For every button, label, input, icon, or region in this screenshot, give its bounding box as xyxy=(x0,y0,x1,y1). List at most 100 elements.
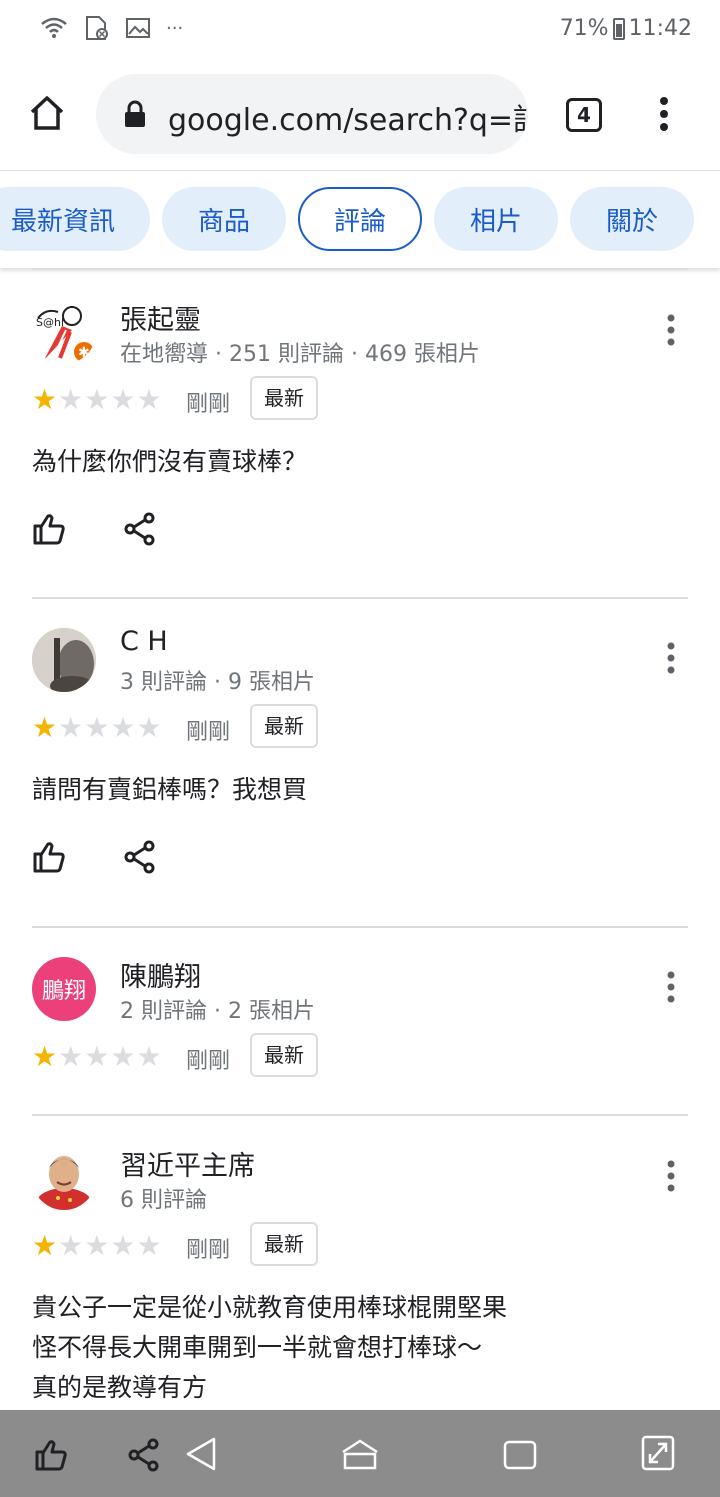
svg-text:✱: ✱ xyxy=(78,345,90,361)
divider xyxy=(32,268,688,270)
avatar[interactable]: 鵬翔 xyxy=(32,957,96,1021)
status-bar: ··· 71% 11:42 xyxy=(0,0,720,62)
star-icon: ★ xyxy=(136,1229,162,1262)
review-time: 剛剛 xyxy=(186,1049,231,1074)
star-icon: ★ xyxy=(32,1040,58,1073)
review-time: 剛剛 xyxy=(186,392,231,417)
reviewer-name[interactable]: 陳鵬翔 xyxy=(120,955,201,994)
divider xyxy=(32,926,688,928)
avatar-photo-icon xyxy=(32,628,96,692)
star-icon: ★ xyxy=(110,383,136,416)
share-icon[interactable] xyxy=(124,840,156,874)
url-bar[interactable]: google.com/search?q=記 xyxy=(96,74,528,154)
reviewer-meta: 3 則評論 · 9 張相片 xyxy=(120,670,315,695)
tab-reviews[interactable]: 評論 xyxy=(298,187,422,251)
star-rating: ★ ★ ★ ★ ★ xyxy=(32,1232,162,1260)
avatar[interactable] xyxy=(32,628,96,692)
star-icon: ★ xyxy=(84,1229,110,1262)
reviewer-meta: 6 則評論 xyxy=(120,1188,207,1213)
review-text: 請問有賣鋁棒嗎？我想買 xyxy=(32,770,307,810)
review-text-line: 請問有賣鋁棒嗎？我想買 xyxy=(32,775,308,804)
more-options-icon[interactable] xyxy=(666,314,676,346)
avatar-photo-icon xyxy=(36,1156,92,1210)
star-icon: ★ xyxy=(32,711,58,744)
star-icon: ★ xyxy=(110,1229,136,1262)
home-icon[interactable] xyxy=(28,94,66,132)
tab-photos[interactable]: 相片 xyxy=(434,187,558,251)
battery-icon xyxy=(612,17,625,40)
star-icon: ★ xyxy=(84,383,110,416)
star-icon: ★ xyxy=(58,383,84,416)
review-actions xyxy=(32,840,156,874)
lock-icon xyxy=(125,100,145,127)
back-icon[interactable] xyxy=(184,1436,218,1472)
review-text-line: 為什麼你們沒有賣球棒？ xyxy=(32,447,308,476)
thumbs-up-icon[interactable] xyxy=(34,1438,68,1472)
review-text-line: 真的是教導有方 xyxy=(32,1373,208,1402)
star-icon: ★ xyxy=(84,711,110,744)
avatar[interactable] xyxy=(32,1146,96,1210)
expand-icon[interactable] xyxy=(640,1434,676,1472)
new-badge: 最新 xyxy=(250,1222,318,1266)
tab-about[interactable]: 關於 xyxy=(570,187,694,251)
review-time: 剛剛 xyxy=(186,1238,231,1263)
more-options-icon[interactable] xyxy=(666,971,676,1003)
share-icon[interactable] xyxy=(124,512,156,546)
star-icon: ★ xyxy=(32,383,58,416)
battery-percent: 71% xyxy=(559,16,609,41)
clock: 11:42 xyxy=(628,16,692,41)
star-icon: ★ xyxy=(58,1040,84,1073)
share-icon[interactable] xyxy=(128,1438,160,1472)
star-icon: ★ xyxy=(58,711,84,744)
new-badge: 最新 xyxy=(250,1033,318,1077)
review-time: 剛剛 xyxy=(186,720,231,745)
review-text-line: 貴公子一定是從小就教育使用棒球棍開堅果 xyxy=(32,1293,508,1322)
divider xyxy=(32,597,688,599)
review-text: 貴公子一定是從小就教育使用棒球棍開堅果 怪不得長大開車開到一半就會想打棒球～ 真… xyxy=(32,1288,507,1408)
recent-apps-icon[interactable] xyxy=(502,1438,538,1472)
more-options-icon[interactable] xyxy=(666,642,676,674)
browser-menu-icon[interactable] xyxy=(658,96,670,132)
star-icon: ★ xyxy=(110,1040,136,1073)
more-notifications-icon: ··· xyxy=(166,17,184,39)
reviewer-name[interactable]: 張起靈 xyxy=(120,298,201,337)
wifi-icon xyxy=(41,17,67,38)
star-rating: ★ ★ ★ ★ ★ xyxy=(32,1043,162,1071)
category-tabs: 最新資訊 商品 評論 相片 關於 xyxy=(0,170,720,268)
avatar-initials: 鵬翔 xyxy=(41,979,86,1004)
star-icon: ★ xyxy=(110,711,136,744)
star-icon: ★ xyxy=(84,1040,110,1073)
image-icon xyxy=(126,18,150,38)
reviewer-meta: 2 則評論 · 2 張相片 xyxy=(120,999,315,1024)
reviewer-meta: 在地嚮導 · 251 則評論 · 469 張相片 xyxy=(120,342,480,367)
tab-news[interactable]: 最新資訊 xyxy=(0,187,150,251)
review-text-line: 怪不得長大開車開到一半就會想打棒球～ xyxy=(32,1333,483,1362)
avatar-drawing-icon: Ѕ@hl ✱ xyxy=(36,306,94,362)
thumbs-up-icon[interactable] xyxy=(32,840,66,874)
reviewer-name[interactable]: C H xyxy=(120,626,168,657)
avatar[interactable]: Ѕ@hl ✱ xyxy=(32,300,96,364)
system-nav-bar xyxy=(0,1410,720,1497)
url-text[interactable]: google.com/search?q=記 xyxy=(168,95,528,139)
more-options-icon[interactable] xyxy=(666,1160,676,1192)
review-actions xyxy=(32,512,156,546)
home-nav-icon[interactable] xyxy=(340,1438,380,1472)
new-badge: 最新 xyxy=(250,704,318,748)
star-icon: ★ xyxy=(32,1229,58,1262)
review-text: 為什麼你們沒有賣球棒？ xyxy=(32,442,307,482)
browser-toolbar: google.com/search?q=記 4 xyxy=(0,62,720,170)
star-rating: ★ ★ ★ ★ ★ xyxy=(32,386,162,414)
thumbs-up-icon[interactable] xyxy=(32,512,66,546)
star-icon: ★ xyxy=(136,1040,162,1073)
divider xyxy=(32,1114,688,1116)
new-badge: 最新 xyxy=(250,376,318,420)
star-icon: ★ xyxy=(136,711,162,744)
tab-switcher-button[interactable]: 4 xyxy=(566,98,602,132)
reviewer-name[interactable]: 習近平主席 xyxy=(120,1144,255,1183)
star-rating: ★ ★ ★ ★ ★ xyxy=(32,714,162,742)
star-icon: ★ xyxy=(58,1229,84,1262)
tab-products[interactable]: 商品 xyxy=(162,187,286,251)
star-icon: ★ xyxy=(136,383,162,416)
sd-card-icon xyxy=(86,16,108,40)
svg-text:Ѕ@hl: Ѕ@hl xyxy=(36,316,64,329)
